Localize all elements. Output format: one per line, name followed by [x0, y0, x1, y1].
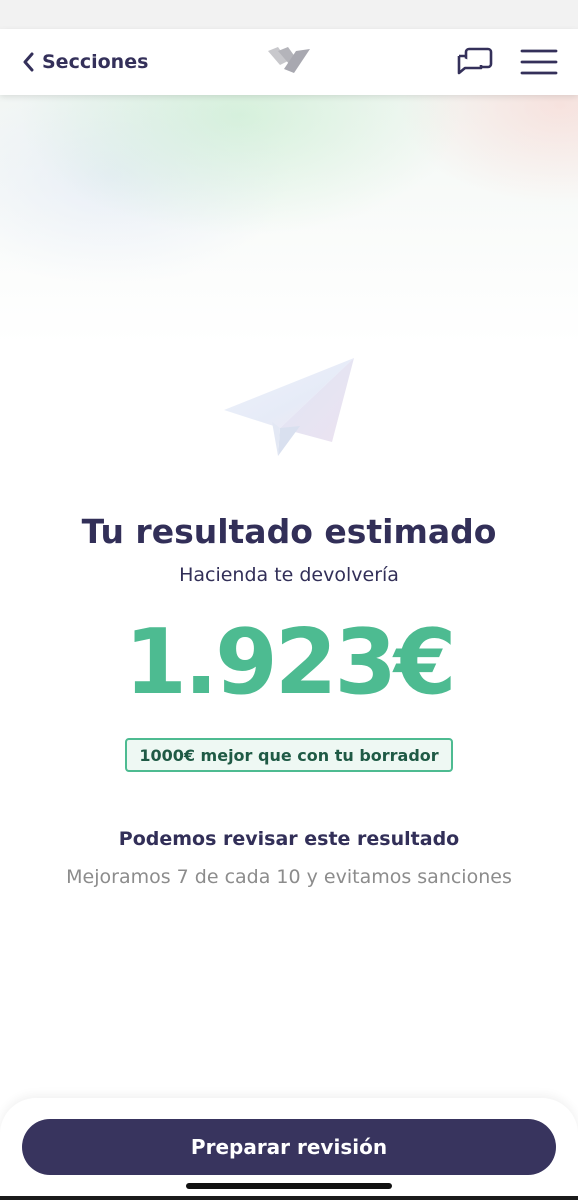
- hamburger-menu-icon: [520, 49, 558, 75]
- chat-button[interactable]: [456, 46, 494, 80]
- hero-gradient: [0, 95, 578, 345]
- result-title: Tu resultado estimado: [81, 512, 497, 551]
- brand-logo: [266, 43, 312, 75]
- paper-plane-icon: [218, 352, 360, 462]
- prepare-review-button[interactable]: Preparar revisión: [22, 1119, 556, 1175]
- refund-amount: 1.923€: [124, 610, 456, 715]
- back-button[interactable]: Secciones: [22, 47, 148, 77]
- chat-icon: [457, 47, 493, 75]
- review-subtitle: Mejoramos 7 de cada 10 y evitamos sancio…: [66, 866, 512, 888]
- badge-container: 1000€ mejor que con tu borrador: [0, 738, 578, 772]
- improvement-badge: 1000€ mejor que con tu borrador: [125, 738, 453, 772]
- result-screen: Secciones Tu resultado estimado Hacienda…: [0, 0, 578, 1200]
- menu-button[interactable]: [520, 47, 558, 77]
- chevron-left-icon: [22, 52, 34, 72]
- top-header: Secciones: [0, 29, 578, 95]
- home-indicator: [186, 1183, 392, 1189]
- bottom-edge: [0, 1196, 578, 1200]
- back-label: Secciones: [42, 51, 149, 73]
- status-bar: [0, 0, 578, 29]
- review-title: Podemos revisar este resultado: [118, 828, 460, 850]
- result-subtitle: Hacienda te devolvería: [179, 564, 399, 586]
